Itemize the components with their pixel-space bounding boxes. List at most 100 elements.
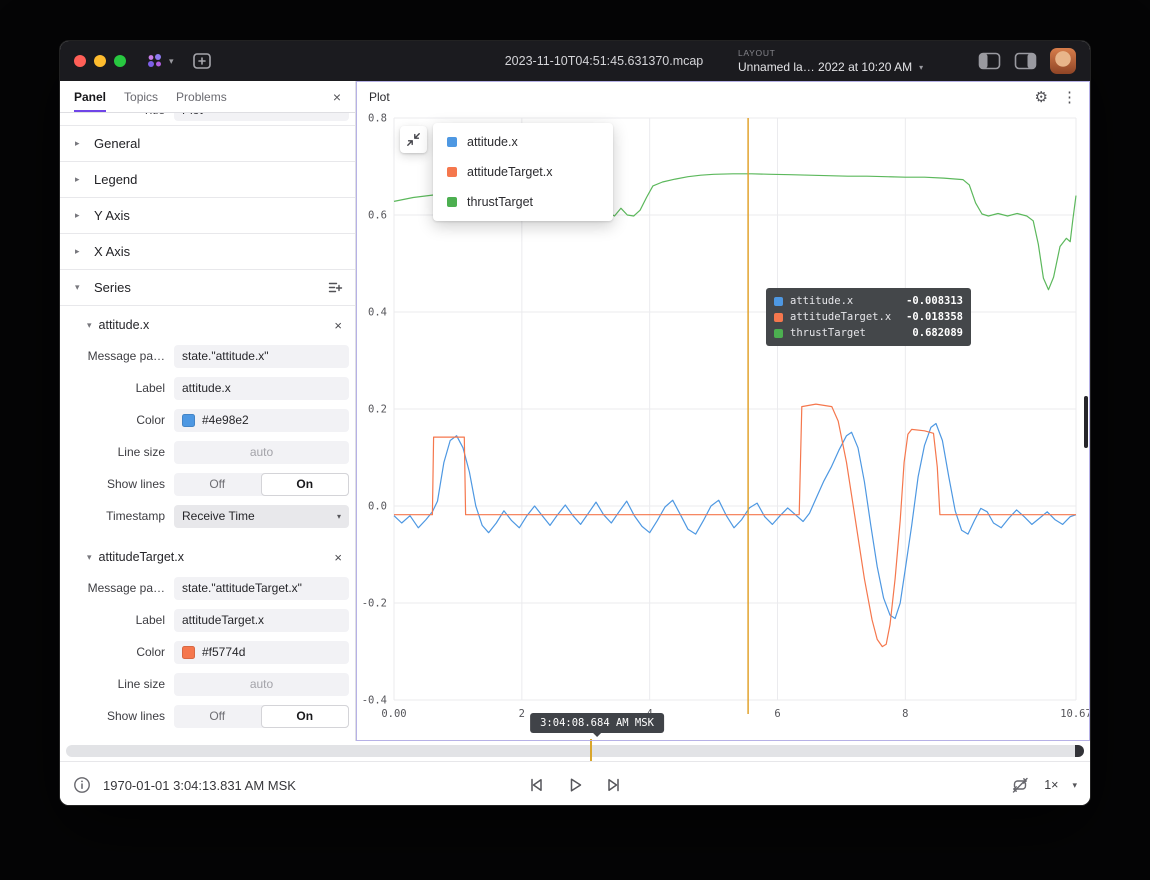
title-input[interactable]: Plot xyxy=(174,113,349,121)
expanded-caret-icon: ▾ xyxy=(75,282,85,293)
show-lines-off-button[interactable]: Off xyxy=(174,473,261,496)
titlebar-left: ▾ xyxy=(74,41,212,81)
tab-problems[interactable]: Problems xyxy=(176,81,227,112)
show-lines-on-button[interactable]: On xyxy=(261,473,350,496)
legend-item-label: attitudeTarget.x xyxy=(467,165,552,179)
color-input[interactable]: #4e98e2 xyxy=(174,409,349,432)
legend-item[interactable]: thrustTarget xyxy=(433,187,613,217)
title-field-row: Title Plot xyxy=(60,113,355,126)
add-series-icon[interactable] xyxy=(327,280,343,295)
add-panel-icon[interactable] xyxy=(192,52,212,70)
show-lines-row: Show lines Off On xyxy=(60,468,355,500)
series-line-attitudeTarget.x xyxy=(394,404,1076,646)
plot-panel-title: Plot xyxy=(369,90,390,104)
section-general[interactable]: ▸ General xyxy=(60,126,355,162)
y-tick-label: -0.2 xyxy=(362,598,387,610)
section-series[interactable]: ▾ Series xyxy=(60,270,355,306)
section-general-label: General xyxy=(94,136,140,151)
x-tick-label: 0.00 xyxy=(381,708,406,720)
layout-name: Unnamed la… 2022 at 10:20 AM xyxy=(738,60,912,74)
title-field-label: Title xyxy=(60,113,174,117)
message-path-label: Message pa… xyxy=(60,581,174,595)
tab-topics[interactable]: Topics xyxy=(124,81,158,112)
playhead-marker[interactable] xyxy=(590,739,592,761)
right-sidebar-toggle-icon[interactable] xyxy=(1014,52,1037,70)
legend-collapse-button[interactable] xyxy=(400,126,427,153)
playback-controls-bar: 1970-01-01 3:04:13.831 AM MSK xyxy=(60,761,1090,806)
left-sidebar-toggle-icon[interactable] xyxy=(978,52,1001,70)
x-tick-label: 8 xyxy=(902,708,908,720)
seek-backward-button[interactable] xyxy=(526,775,546,795)
message-path-label: Message pa… xyxy=(60,349,174,363)
layout-chevron-icon: ▾ xyxy=(919,63,923,72)
message-path-input[interactable]: state."attitude.x" xyxy=(174,345,349,368)
label-field-label: Label xyxy=(60,381,174,395)
collapsed-caret-icon: ▸ xyxy=(75,174,85,185)
settings-gear-icon[interactable]: ⚙ xyxy=(1035,90,1048,105)
remove-series-icon[interactable]: × xyxy=(334,318,342,333)
tooltip-row: attitudeTarget.x -0.018358 xyxy=(774,309,963,325)
timestamp-select[interactable]: Receive Time ▾ xyxy=(174,505,349,528)
plot-panel[interactable]: Plot ⚙ ⋮ 0.80.60.40.20.0-0.2-0.40.002468… xyxy=(356,81,1090,741)
info-icon[interactable] xyxy=(73,776,91,794)
color-hex: #f5774d xyxy=(202,645,245,659)
show-lines-label: Show lines xyxy=(60,477,174,491)
y-tick-label: 0.0 xyxy=(368,501,387,513)
avatar[interactable] xyxy=(1050,48,1076,74)
line-size-row: Line size auto xyxy=(60,436,355,468)
layout-selector[interactable]: LAYOUT Unnamed la… 2022 at 10:20 AM ▾ xyxy=(738,48,923,74)
play-button[interactable] xyxy=(565,775,585,795)
foxglove-logo-icon[interactable] xyxy=(146,53,164,69)
section-x-axis[interactable]: ▸ X Axis xyxy=(60,234,355,270)
titlebar-right xyxy=(978,41,1076,81)
section-y-axis[interactable]: ▸ Y Axis xyxy=(60,198,355,234)
settings-sidebar: Panel Topics Problems × Title Plot ▸ Gen… xyxy=(60,81,356,741)
tooltip-series-label: attitudeTarget.x xyxy=(790,311,891,323)
tooltip-swatch xyxy=(774,297,783,306)
tooltip-row: attitude.x -0.008313 xyxy=(774,293,963,309)
playback-scrubber xyxy=(60,741,1090,761)
line-size-label: Line size xyxy=(60,445,174,459)
label-input[interactable]: attitude.x xyxy=(174,377,349,400)
line-size-input[interactable]: auto xyxy=(174,441,349,464)
speed-chevron-icon[interactable]: ▾ xyxy=(1072,780,1077,791)
more-options-icon[interactable]: ⋮ xyxy=(1062,90,1077,105)
message-path-row: Message pa… state."attitudeTarget.x" xyxy=(60,572,355,604)
scrubber-track[interactable] xyxy=(66,745,1084,757)
playback-speed[interactable]: 1× xyxy=(1044,778,1058,792)
section-legend[interactable]: ▸ Legend xyxy=(60,162,355,198)
tooltip-series-value: 0.682089 xyxy=(912,327,963,339)
remove-series-icon[interactable]: × xyxy=(334,550,342,565)
close-sidebar-icon[interactable]: × xyxy=(333,89,341,105)
current-timestamp: 1970-01-01 3:04:13.831 AM MSK xyxy=(103,778,296,793)
legend-swatch xyxy=(447,197,457,207)
scrollbar-thumb[interactable] xyxy=(1084,396,1088,448)
minimize-window-button[interactable] xyxy=(94,55,106,67)
message-path-input[interactable]: state."attitudeTarget.x" xyxy=(174,577,349,600)
show-lines-row: Show lines Off On xyxy=(60,700,355,732)
timestamp-row: Timestamp Receive Time ▾ xyxy=(60,500,355,532)
legend-item[interactable]: attitude.x xyxy=(433,127,613,157)
series-header-attitude-target-x[interactable]: ▾ attitudeTarget.x × xyxy=(60,542,355,572)
legend-item[interactable]: attitudeTarget.x xyxy=(433,157,613,187)
color-input[interactable]: #f5774d xyxy=(174,641,349,664)
tooltip-swatch xyxy=(774,329,783,338)
color-hex: #4e98e2 xyxy=(202,413,249,427)
label-row: Label attitude.x xyxy=(60,372,355,404)
loop-off-icon[interactable] xyxy=(1010,775,1030,795)
seek-forward-button[interactable] xyxy=(604,775,624,795)
show-lines-off-button[interactable]: Off xyxy=(174,705,261,728)
tab-panel[interactable]: Panel xyxy=(74,81,106,112)
tooltip-series-label: attitude.x xyxy=(790,295,853,307)
line-size-label: Line size xyxy=(60,677,174,691)
zoom-window-button[interactable] xyxy=(114,55,126,67)
app-menu-chevron-icon[interactable]: ▾ xyxy=(169,56,174,67)
series-header-attitude-x[interactable]: ▾ attitude.x × xyxy=(60,310,355,340)
label-input[interactable]: attitudeTarget.x xyxy=(174,609,349,632)
tooltip-series-value: -0.018358 xyxy=(906,311,963,323)
show-lines-on-button[interactable]: On xyxy=(261,705,350,728)
close-window-button[interactable] xyxy=(74,55,86,67)
x-tick-label: 10.67 xyxy=(1060,708,1091,720)
app-window: ▾ 2023-11-10T04:51:45.631370.mcap LAYOUT… xyxy=(59,40,1091,806)
line-size-input[interactable]: auto xyxy=(174,673,349,696)
